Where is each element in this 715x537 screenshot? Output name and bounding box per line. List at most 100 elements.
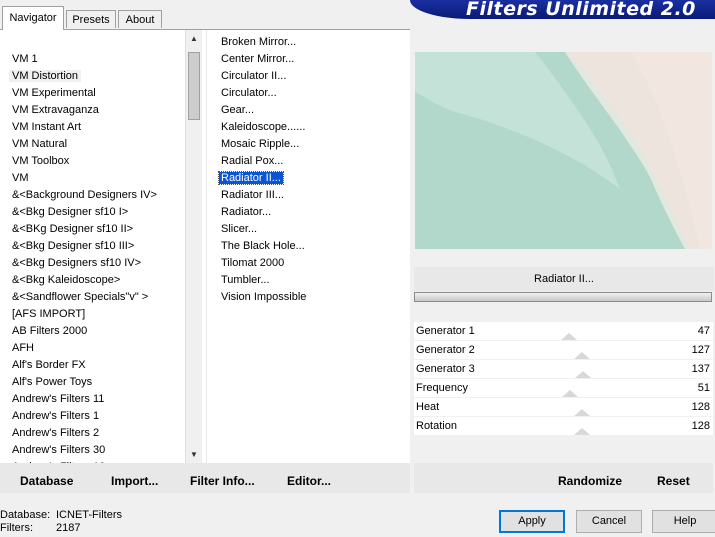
category-label: VM Instant Art [12, 121, 82, 133]
parameter-row[interactable]: Frequency 51 [414, 379, 713, 398]
category-item[interactable]: VM [0, 170, 185, 187]
parameter-row[interactable]: Generator 1 47 [414, 322, 713, 341]
filter-label: Broken Mirror... [221, 36, 297, 48]
filter-item[interactable]: Radiator... [219, 204, 399, 221]
parameter-label: Generator 3 [416, 363, 475, 375]
filter-info-button[interactable]: Filter Info... [190, 463, 255, 493]
apply-button[interactable]: Apply [499, 510, 565, 533]
filter-item[interactable]: Kaleidoscope...... [219, 119, 399, 136]
filter-label: Mosaic Ripple... [221, 138, 300, 150]
import-button[interactable]: Import... [111, 463, 158, 493]
filter-item[interactable]: Mosaic Ripple... [219, 136, 399, 153]
parameter-row[interactable]: Generator 2 127 [414, 341, 713, 360]
filter-item[interactable]: Radiator II... [218, 170, 399, 187]
tab-navigator[interactable]: Navigator [2, 6, 64, 30]
parameter-slider-thumb[interactable] [574, 428, 590, 435]
filter-label: Vision Impossible [221, 291, 307, 303]
filter-item[interactable]: Radiator III... [219, 187, 399, 204]
parameter-row[interactable]: Rotation 128 [414, 417, 713, 436]
database-button[interactable]: Database [20, 463, 73, 493]
category-item[interactable]: &<Bkg Designer sf10 III> [0, 238, 185, 255]
category-label: Andrew's Filters 1 [12, 410, 100, 422]
filter-label: Gear... [221, 104, 255, 116]
category-item[interactable]: Alf's Border FX [0, 357, 185, 374]
category-scrollbar[interactable]: ▲ ▼ [185, 30, 202, 463]
parameter-slider-thumb[interactable] [561, 333, 577, 340]
status-database-key: Database: [0, 509, 51, 521]
filter-item[interactable]: Vision Impossible [219, 289, 399, 306]
help-button[interactable]: Help [652, 510, 715, 533]
filter-item[interactable]: Gear... [219, 102, 399, 119]
status-filters-value: 2187 [56, 522, 81, 534]
parameter-row[interactable]: Heat 128 [414, 398, 713, 417]
filter-label: Center Mirror... [221, 53, 295, 65]
category-label: AB Filters 2000 [12, 325, 88, 337]
filter-label: Radial Pox... [221, 155, 284, 167]
category-item[interactable]: VM Experimental [0, 85, 185, 102]
reset-button[interactable]: Reset [657, 463, 690, 493]
category-item[interactable]: AB Filters 2000 [0, 323, 185, 340]
category-item[interactable]: &<BKg Designer sf10 II> [0, 221, 185, 238]
category-item[interactable]: VM 1 [0, 51, 185, 68]
app-banner: Filters Unlimited 2.0 [410, 0, 715, 19]
category-item[interactable]: Andrew's Filters 2 [0, 425, 185, 442]
app-title: Filters Unlimited 2.0 [466, 0, 696, 19]
filter-item[interactable]: Tilomat 2000 [219, 255, 399, 272]
filter-item[interactable]: Radial Pox... [219, 153, 399, 170]
tab-presets[interactable]: Presets [66, 10, 116, 28]
category-label: &<Bkg Designer sf10 I> [12, 206, 129, 218]
category-item[interactable]: &<Sandflower Specials"v" > [0, 289, 185, 306]
randomize-button[interactable]: Randomize [558, 463, 622, 493]
category-item[interactable]: Alf's Power Toys [0, 374, 185, 391]
editor-button[interactable]: Editor... [287, 463, 331, 493]
parameter-label: Frequency [416, 382, 468, 394]
category-item[interactable]: Andrew's Filters 30 [0, 442, 185, 459]
category-item[interactable]: &<Bkg Kaleidoscope> [0, 272, 185, 289]
filter-item[interactable]: Slicer... [219, 221, 399, 238]
category-label: &<Sandflower Specials"v" > [12, 291, 149, 303]
parameter-slider-thumb[interactable] [575, 371, 591, 378]
category-label: Andrew's Filters 2 [12, 427, 100, 439]
category-list-panel: VM 1 VM Distortion VM Experimental VM Extra… [0, 30, 206, 473]
filter-item[interactable]: Circulator... [219, 85, 399, 102]
category-item[interactable]: &<Bkg Designer sf10 I> [0, 204, 185, 221]
category-item[interactable]: VM Toolbox [0, 153, 185, 170]
category-item[interactable]: Andrew's Filters 11 [0, 391, 185, 408]
parameter-list: Generator 1 47 Generator 2 127 Generator 3 13… [414, 322, 713, 436]
category-item[interactable]: VM Extravaganza [0, 102, 185, 119]
filter-item[interactable]: Tumbler... [219, 272, 399, 289]
filter-item[interactable]: The Black Hole... [219, 238, 399, 255]
scroll-down-icon[interactable]: ▼ [186, 446, 202, 463]
category-label: Andrew's Filters 11 [12, 393, 105, 405]
category-item[interactable]: [AFS IMPORT] [0, 306, 185, 323]
parameter-value: 127 [691, 344, 710, 356]
category-item[interactable]: VM Distortion [0, 68, 185, 85]
category-label: VM 1 [12, 53, 38, 65]
parameter-slider-thumb[interactable] [574, 352, 590, 359]
cancel-button[interactable]: Cancel [576, 510, 642, 533]
filter-item[interactable]: Circulator II... [219, 68, 399, 85]
scroll-up-icon[interactable]: ▲ [186, 30, 202, 47]
filter-label: Slicer... [221, 223, 258, 235]
status-filters-key: Filters: [0, 522, 33, 534]
filter-item[interactable]: Center Mirror... [219, 51, 399, 68]
category-item[interactable]: &<Background Designers IV> [0, 187, 185, 204]
category-label: [AFS IMPORT] [12, 308, 86, 320]
parameter-row[interactable]: Generator 3 137 [414, 360, 713, 379]
filter-label: Radiator... [221, 206, 272, 218]
preview-image [415, 52, 712, 249]
filter-item[interactable]: Broken Mirror... [219, 34, 399, 51]
category-label: VM Experimental [12, 87, 96, 99]
category-label: VM Distortion [9, 70, 82, 82]
category-item[interactable]: Andrew's Filters 1 [0, 408, 185, 425]
category-label: AFH [12, 342, 34, 354]
tab-about[interactable]: About [118, 10, 162, 28]
category-item[interactable]: VM Natural [0, 136, 185, 153]
parameter-slider-thumb[interactable] [562, 390, 578, 397]
parameter-slider-thumb[interactable] [574, 409, 590, 416]
category-item[interactable]: VM Instant Art [0, 119, 185, 136]
scrollbar-thumb[interactable] [188, 52, 200, 120]
category-item[interactable]: AFH [0, 340, 185, 357]
category-item[interactable]: &<Bkg Designers sf10 IV> [0, 255, 185, 272]
filter-label: Circulator... [221, 87, 277, 99]
